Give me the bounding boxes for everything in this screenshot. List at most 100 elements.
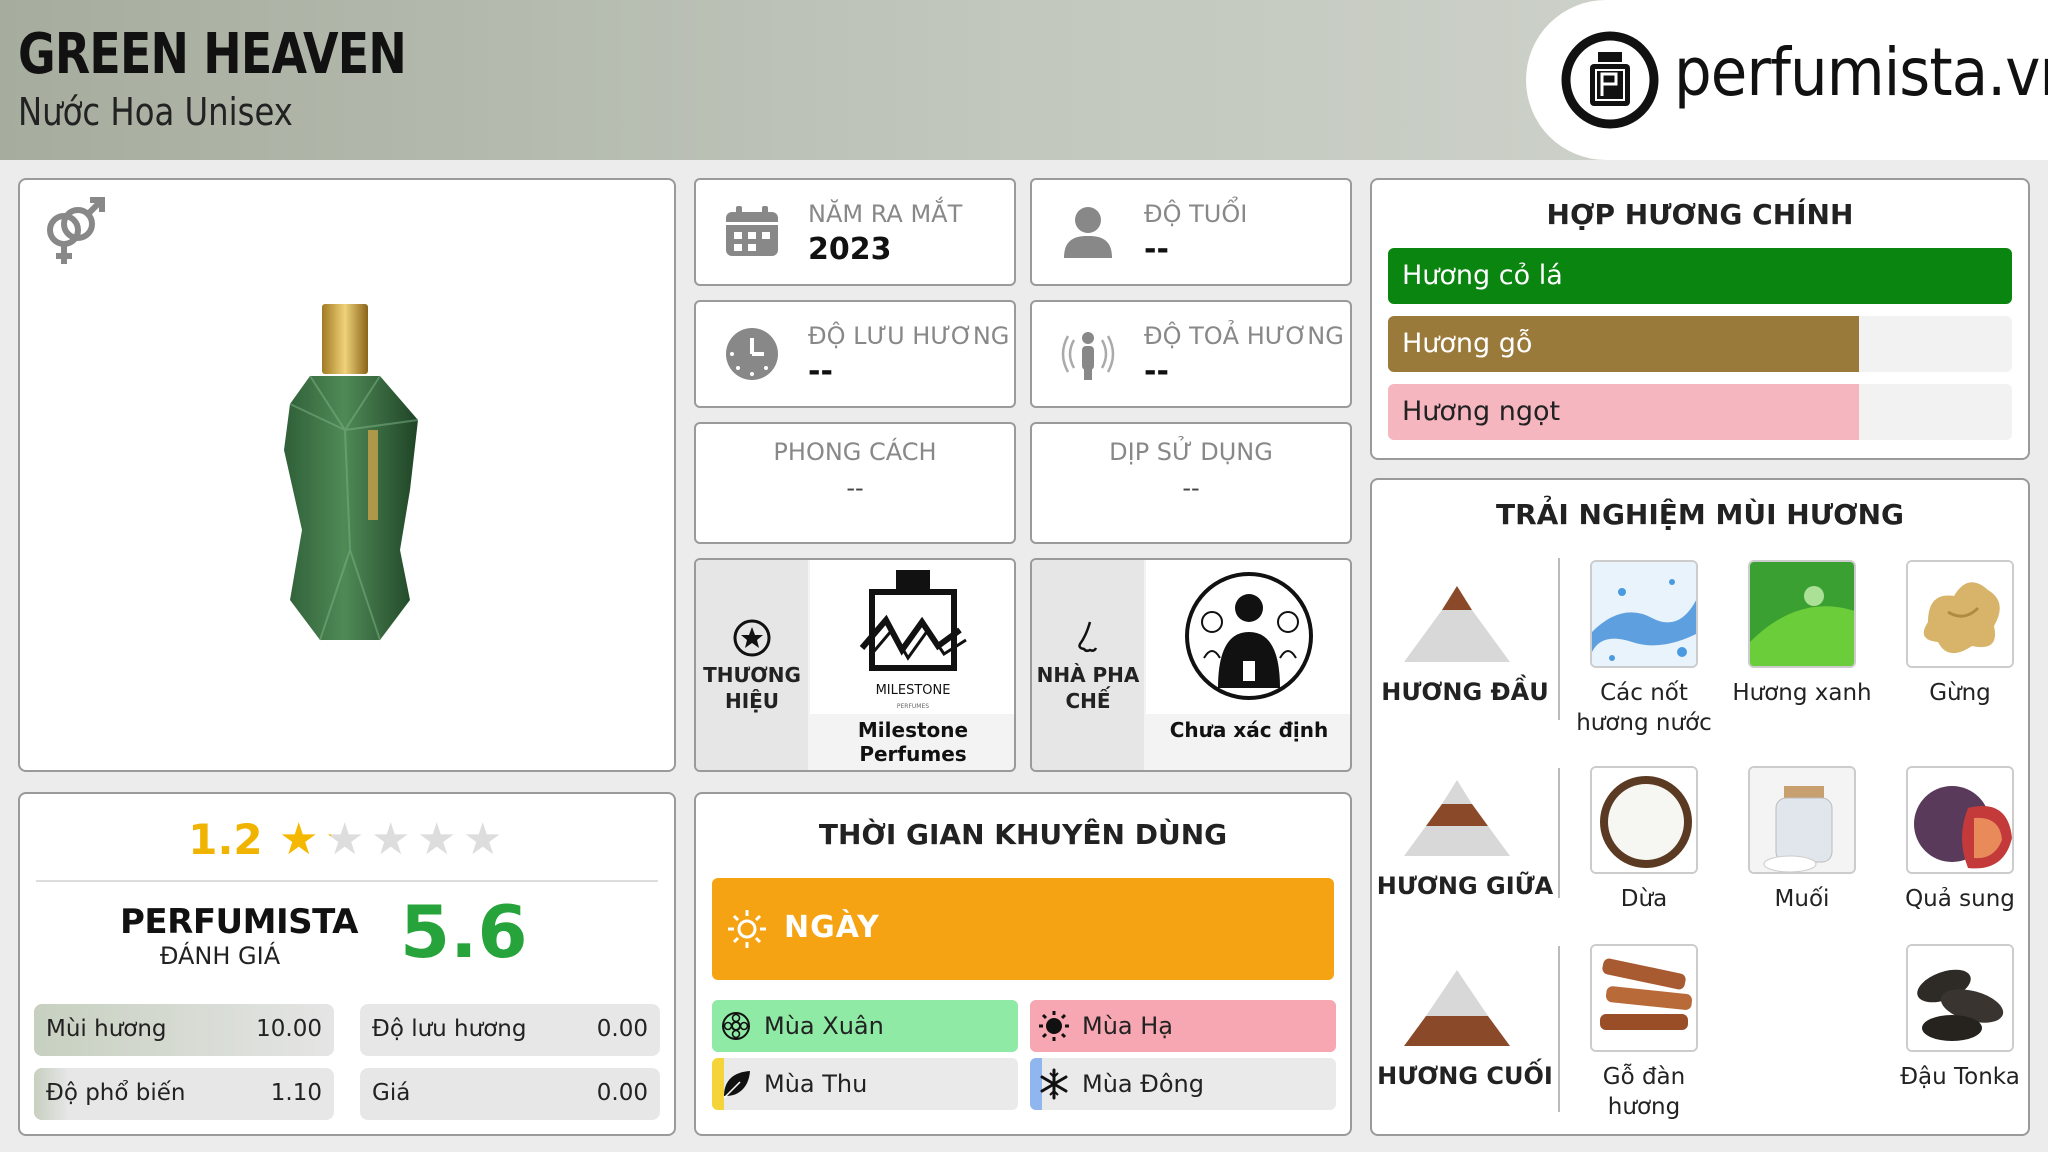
brand-card[interactable]: THƯƠNG HIỆU MILESTONE PERFUMES Milestone… [694, 558, 1016, 772]
note-coconut[interactable]: Dừa [1574, 766, 1714, 914]
note-image [1590, 766, 1698, 874]
note-salt[interactable]: Muối [1732, 766, 1872, 914]
note-label: Đậu Tonka [1900, 1064, 2020, 1090]
metric-scent: Mùi hương 10.00 [34, 1004, 334, 1056]
product-subtitle: Nước Hoa Unisex [18, 90, 293, 134]
metric-label: Mùi hương [46, 1016, 167, 1042]
season-label: Mùa Xuân [764, 1012, 884, 1040]
day-bar: NGÀY [712, 878, 1334, 980]
season-label: Mùa Thu [764, 1070, 868, 1098]
perfumer-card[interactable]: NHÀ PHA CHẾ Chưa xác định [1030, 558, 1352, 772]
metric-label: Độ lưu hương [372, 1016, 527, 1042]
age-label: ĐỘ TUỔI [1144, 200, 1248, 228]
launch-year-value: 2023 [808, 232, 892, 267]
rating-stars[interactable]: ★ ★ ★ ★ ★ [276, 814, 506, 865]
note-label: Quả sung [1905, 886, 2015, 912]
scent-experience-title: TRẢI NGHIỆM MÙI HƯƠNG [1496, 498, 1904, 531]
rating-star-icon[interactable]: ★ [414, 814, 460, 865]
season-winter: Mùa Đông [1030, 1058, 1336, 1110]
launch-year-card: NĂM RA MẮT 2023 [694, 178, 1016, 286]
metric-value: 0.00 [596, 1080, 648, 1106]
leaf-icon [723, 1071, 750, 1099]
rating-star-icon[interactable]: ★ [368, 814, 414, 865]
header: GREEN HEAVEN Nước Hoa Unisex perfumista.… [0, 0, 2048, 160]
metric-price: Giá 0.00 [360, 1068, 660, 1120]
season-autumn: Mùa Thu [712, 1058, 1018, 1110]
rating-star-icon[interactable]: ★ [460, 814, 506, 865]
rating-star-icon[interactable]: ★ [322, 814, 368, 865]
brand-logo-line-1: MILESTONE [876, 683, 951, 698]
perfume-logo-icon [1561, 31, 1659, 129]
note-image [1906, 560, 2014, 668]
note-green[interactable]: Hương xanh [1732, 560, 1872, 708]
main-accords-panel: HỢP HƯƠNG CHÍNH Hương cỏ lá Hương gỗ Hươ… [1370, 178, 2030, 460]
note-tonka[interactable]: Đậu Tonka [1890, 944, 2030, 1092]
perfumer-label: NHÀ PHA CHẾ [1036, 663, 1140, 713]
style-card: PHONG CÁCH -- [694, 422, 1016, 544]
accord-item: Hương ngọt [1388, 384, 2012, 440]
base-notes-label: HƯƠNG CUỐI [1377, 1062, 1553, 1090]
rating-star-icon[interactable]: ★ [276, 814, 322, 865]
style-value: -- [846, 474, 864, 502]
note-fig[interactable]: Quả sung [1890, 766, 2030, 914]
milestone-logo-icon: MILESTONE PERFUMES [859, 570, 967, 710]
note-label: Dừa [1620, 886, 1668, 912]
product-title: GREEN HEAVEN [18, 22, 407, 87]
user-rating-value: 1.2 [188, 815, 263, 864]
note-water[interactable]: Các nốt hương nước [1574, 560, 1714, 738]
tier-divider [1558, 558, 1560, 720]
note-image [1906, 766, 2014, 874]
longevity-value: -- [808, 354, 833, 389]
scent-experience-panel: TRẢI NGHIỆM MÙI HƯƠNG HƯƠNG ĐẦU Các nốt … [1370, 478, 2030, 1136]
launch-year-label: NĂM RA MẮT [808, 200, 963, 228]
note-label: Muối [1774, 886, 1830, 912]
metric-value: 1.10 [270, 1080, 322, 1106]
note-image [1590, 560, 1698, 668]
day-label: NGÀY [784, 910, 880, 945]
fig-icon [1908, 768, 2012, 872]
top-notes-label: HƯƠNG ĐẦU [1381, 678, 1549, 706]
accord-label: Hương cỏ lá [1402, 260, 1563, 291]
perfumer-image [1146, 560, 1350, 714]
occasion-label: DỊP SỬ DỤNG [1109, 438, 1273, 466]
sandalwood-icon [1592, 946, 1696, 1050]
ginger-icon [1908, 562, 2012, 666]
note-ginger[interactable]: Gừng [1890, 560, 2030, 708]
snowflake-icon [1040, 1068, 1068, 1100]
accord-label: Hương ngọt [1402, 396, 1561, 427]
perfumer-side: NHÀ PHA CHẾ [1032, 560, 1144, 770]
note-label: Gỗ đàn hương [1602, 1064, 1686, 1120]
brand-name: Milestone Perfumes [857, 718, 969, 766]
perfumer-name: Chưa xác định [1169, 718, 1329, 742]
age-value: -- [1144, 232, 1169, 267]
season-label: Mùa Hạ [1082, 1012, 1174, 1040]
note-label: Các nốt hương nước [1576, 680, 1712, 736]
perfumer-avatar-icon [1185, 572, 1313, 700]
note-sandalwood[interactable]: Gỗ đàn hương [1574, 944, 1714, 1122]
coconut-icon [1592, 768, 1696, 872]
note-image [1748, 766, 1856, 874]
brand-label: THƯƠNG HIỆU [703, 663, 801, 713]
tonka-bean-icon [1908, 946, 2012, 1050]
sun-outline-icon [728, 910, 766, 948]
tier-divider [1558, 768, 1560, 898]
season-spring: Mùa Xuân [712, 1000, 1018, 1052]
brand-logo[interactable]: perfumista.vn [1526, 0, 2048, 160]
sillage-value: -- [1144, 354, 1169, 389]
logo-text: perfumista.vn [1674, 34, 2048, 111]
sillage-icon [1061, 332, 1115, 380]
middle-notes-label: HƯƠNG GIỮA [1376, 872, 1554, 900]
rating-divider [36, 880, 658, 882]
top-notes-pyramid-icon [1404, 586, 1510, 662]
clock-icon [726, 328, 778, 380]
salt-jar-icon [1750, 768, 1854, 872]
accord-item: Hương gỗ [1388, 316, 2012, 372]
season-fill [1030, 1000, 1336, 1052]
base-notes-pyramid-icon [1404, 970, 1510, 1046]
brand-logo-line-2: PERFUMES [897, 703, 929, 710]
rating-panel: 1.2 ★ ★ ★ ★ ★ PERFUMISTA ĐÁNH GIÁ 5.6 Mùi hư… [18, 792, 676, 1136]
brand-logo-image: MILESTONE PERFUMES [810, 560, 1014, 714]
note-label: Gừng [1929, 680, 1991, 706]
longevity-card: ĐỘ LƯU HƯƠNG -- [694, 300, 1016, 408]
tier-divider [1558, 946, 1560, 1112]
